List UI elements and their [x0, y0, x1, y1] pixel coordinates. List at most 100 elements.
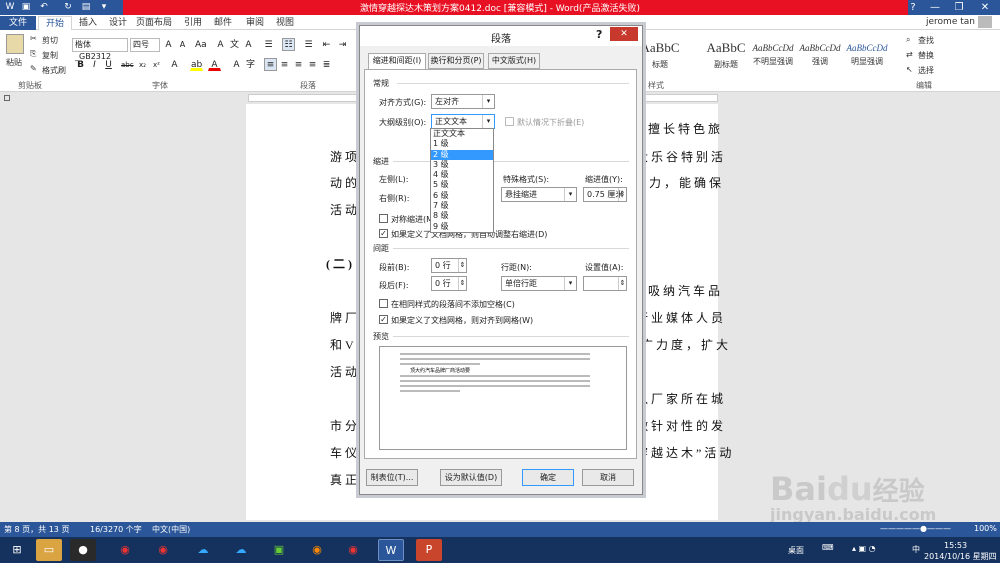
underline-icon[interactable]: U	[102, 58, 115, 71]
style-subtle-emphasis[interactable]: AaBbCcDd 不明显强调	[750, 40, 796, 67]
cut-button[interactable]: 剪切	[42, 35, 58, 46]
iqiyi-icon[interactable]: ▣	[266, 539, 292, 561]
option-level-4[interactable]: 4 级	[431, 170, 493, 180]
tab-selector-icon[interactable]	[4, 95, 10, 101]
dialog-help-button[interactable]: ?	[596, 28, 602, 41]
tab-references[interactable]: 引用	[180, 16, 206, 30]
multilevel-icon[interactable]: ☰	[302, 38, 315, 51]
tab-home[interactable]: 开始	[38, 16, 72, 30]
option-level-3[interactable]: 3 级	[431, 160, 493, 170]
spinner-icon[interactable]: ⇕	[458, 259, 466, 272]
paste-button[interactable]: 粘贴	[6, 57, 22, 68]
replace-icon[interactable]: ⇄	[906, 50, 913, 59]
style-subtitle[interactable]: AaBbC 副标题	[704, 40, 748, 70]
mirror-indent-checkbox[interactable]	[379, 214, 388, 223]
bullets-icon[interactable]: ☰	[262, 38, 275, 51]
superscript-icon[interactable]: x²	[150, 58, 163, 71]
paste-icon[interactable]	[6, 34, 24, 54]
sogou-browser-icon[interactable]: ◉	[340, 539, 366, 561]
outline-level-select[interactable]: 正文文本 ▾	[431, 114, 495, 129]
ime-indicator[interactable]: 中	[912, 544, 920, 555]
dialog-close-button[interactable]: ✕	[610, 27, 638, 41]
word-taskbar-icon[interactable]: W	[378, 539, 404, 561]
avatar[interactable]	[978, 16, 992, 28]
shrink-font-icon[interactable]: A	[176, 38, 189, 51]
cut-icon[interactable]: ✂	[30, 34, 37, 43]
distributed-icon[interactable]: ≣	[320, 58, 333, 71]
netease-music-icon[interactable]: ◉	[112, 539, 138, 561]
clear-format-icon[interactable]: A	[214, 38, 227, 51]
maximize-button[interactable]: ❐	[946, 0, 972, 15]
select-icon[interactable]: ↖	[906, 65, 913, 74]
clock-time[interactable]: 15:53	[944, 541, 967, 550]
font-name-combo[interactable]: 楷体_GB2312	[72, 38, 128, 61]
line-spacing-select[interactable]: 单倍行距 ▾	[501, 276, 577, 291]
word-count[interactable]: 16/3270 个字	[90, 524, 142, 535]
option-body-text[interactable]: 正文文本	[431, 129, 493, 139]
option-level-8[interactable]: 8 级	[431, 211, 493, 221]
style-title[interactable]: AaBbC 标题	[640, 40, 680, 70]
char-shading-icon[interactable]: A	[230, 58, 243, 71]
strikethrough-icon[interactable]: abc	[120, 58, 134, 71]
option-level-7[interactable]: 7 级	[431, 201, 493, 211]
start-icon[interactable]: ⊞	[4, 539, 30, 561]
decrease-indent-icon[interactable]: ⇤	[320, 38, 333, 51]
cloud-icon[interactable]: ☁	[228, 539, 254, 561]
user-name[interactable]: jerome tan	[926, 17, 975, 27]
replace-button[interactable]: 替换	[918, 50, 934, 61]
align-center-icon[interactable]: ≡	[278, 58, 291, 71]
justify-icon[interactable]: ≡	[306, 58, 319, 71]
snap-grid-checkbox[interactable]: ✓	[379, 315, 388, 324]
browser-icon[interactable]: ◉	[304, 539, 330, 561]
font-size-combo[interactable]: 四号	[130, 38, 160, 52]
baidu-cloud-icon[interactable]: ☁	[190, 539, 216, 561]
tab-view[interactable]: 视图	[272, 16, 298, 30]
explorer-icon[interactable]: ▭	[36, 539, 62, 561]
collapse-checkbox[interactable]	[505, 117, 514, 126]
change-case-icon[interactable]: Aa	[194, 38, 207, 51]
option-level-1[interactable]: 1 级	[431, 139, 493, 149]
subscript-icon[interactable]: x₂	[136, 58, 149, 71]
tab-review[interactable]: 审阅	[242, 16, 268, 30]
dialog-titlebar[interactable]: 段落 ? ✕	[360, 26, 642, 46]
language[interactable]: 中文(中国)	[152, 524, 190, 535]
zoom-level[interactable]: 100%	[974, 524, 997, 533]
after-field[interactable]: 0 行 ⇕	[431, 276, 467, 291]
select-button[interactable]: 选择	[918, 65, 934, 76]
tab-layout[interactable]: 页面布局	[134, 16, 174, 30]
tab-line-page-breaks[interactable]: 换行和分页(P)	[428, 53, 484, 69]
highlight-icon[interactable]: ab	[190, 58, 203, 71]
set-default-button[interactable]: 设为默认值(D)	[440, 469, 502, 486]
align-left-icon[interactable]: ≡	[264, 58, 277, 71]
enclose-char-icon[interactable]: 字	[244, 58, 257, 71]
zoom-slider[interactable]: —————●———	[880, 524, 951, 533]
setting-field[interactable]: ⇕	[583, 276, 627, 291]
style-emphasis[interactable]: AaBbCcDd 强调	[798, 40, 842, 67]
phonetic-icon[interactable]: 文	[228, 38, 241, 51]
special-select[interactable]: 悬挂缩进 ▾	[501, 187, 577, 202]
auto-right-checkbox[interactable]: ✓	[379, 229, 388, 238]
increase-indent-icon[interactable]: ⇥	[336, 38, 349, 51]
tab-mailings[interactable]: 邮件	[210, 16, 236, 30]
desktop-label[interactable]: 桌面	[788, 545, 804, 556]
clock-date[interactable]: 2014/10/16 星期四	[924, 551, 997, 562]
powerpoint-taskbar-icon[interactable]: P	[416, 539, 442, 561]
tabs-button[interactable]: 制表位(T)...	[366, 469, 418, 486]
tab-file[interactable]: 文件	[0, 16, 36, 30]
style-intense-emphasis[interactable]: AaBbCcDd 明显强调	[844, 40, 890, 67]
numbering-icon[interactable]: ☷	[282, 38, 295, 51]
option-level-9[interactable]: 9 级	[431, 222, 493, 232]
text-effects-icon[interactable]: A	[168, 58, 181, 71]
bold-icon[interactable]: B	[74, 58, 87, 71]
minimize-button[interactable]: —	[922, 0, 948, 15]
ok-button[interactable]: 确定	[522, 469, 574, 486]
format-painter-button[interactable]: 格式刷	[42, 65, 66, 76]
char-border-icon[interactable]: A	[242, 38, 255, 51]
spinner-icon[interactable]: ⇕	[458, 277, 466, 290]
sogou-icon[interactable]: ◉	[150, 539, 176, 561]
align-right-icon[interactable]: ≡	[292, 58, 305, 71]
find-icon[interactable]: ⌕	[906, 35, 910, 45]
spinner-icon[interactable]: ⇕	[618, 277, 626, 290]
italic-icon[interactable]: I	[88, 58, 101, 71]
vertical-ruler[interactable]	[0, 104, 12, 520]
